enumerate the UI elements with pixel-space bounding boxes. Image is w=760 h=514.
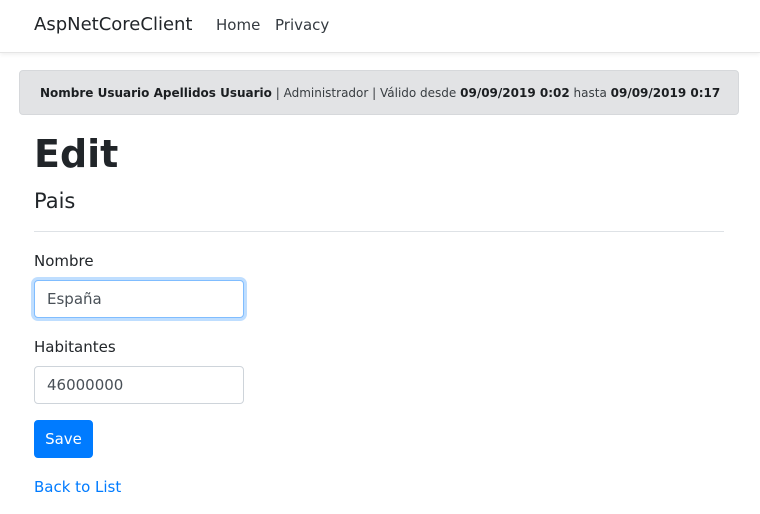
page-title: Edit <box>34 132 119 176</box>
nav-home-link[interactable]: Home <box>216 16 260 34</box>
session-role: Administrador <box>283 86 369 100</box>
session-valid-from: 09/09/2019 0:02 <box>460 86 570 100</box>
save-button[interactable]: Save <box>34 420 93 458</box>
session-valid-until: 09/09/2019 0:17 <box>610 86 721 100</box>
session-valid-from-label: Válido desde <box>379 86 461 100</box>
habitantes-input[interactable] <box>34 366 244 404</box>
top-navbar: AspNetCoreClient Home Privacy <box>0 0 760 53</box>
session-user-name: Nombre Usuario Apellidos Usuario <box>40 86 272 100</box>
session-until-label: hasta <box>569 86 611 100</box>
entity-title: Pais <box>34 189 76 213</box>
session-separator: | <box>368 86 380 100</box>
nombre-input[interactable] <box>34 280 244 318</box>
session-separator: | <box>271 86 284 100</box>
session-info-alert: Nombre Usuario Apellidos Usuario | Admin… <box>19 70 739 115</box>
back-to-list-link[interactable]: Back to List <box>34 478 121 496</box>
nav-privacy-link[interactable]: Privacy <box>275 16 329 34</box>
habitantes-label: Habitantes <box>34 338 116 356</box>
nombre-label: Nombre <box>34 252 94 270</box>
brand-link[interactable]: AspNetCoreClient <box>34 14 192 35</box>
divider <box>34 231 724 232</box>
